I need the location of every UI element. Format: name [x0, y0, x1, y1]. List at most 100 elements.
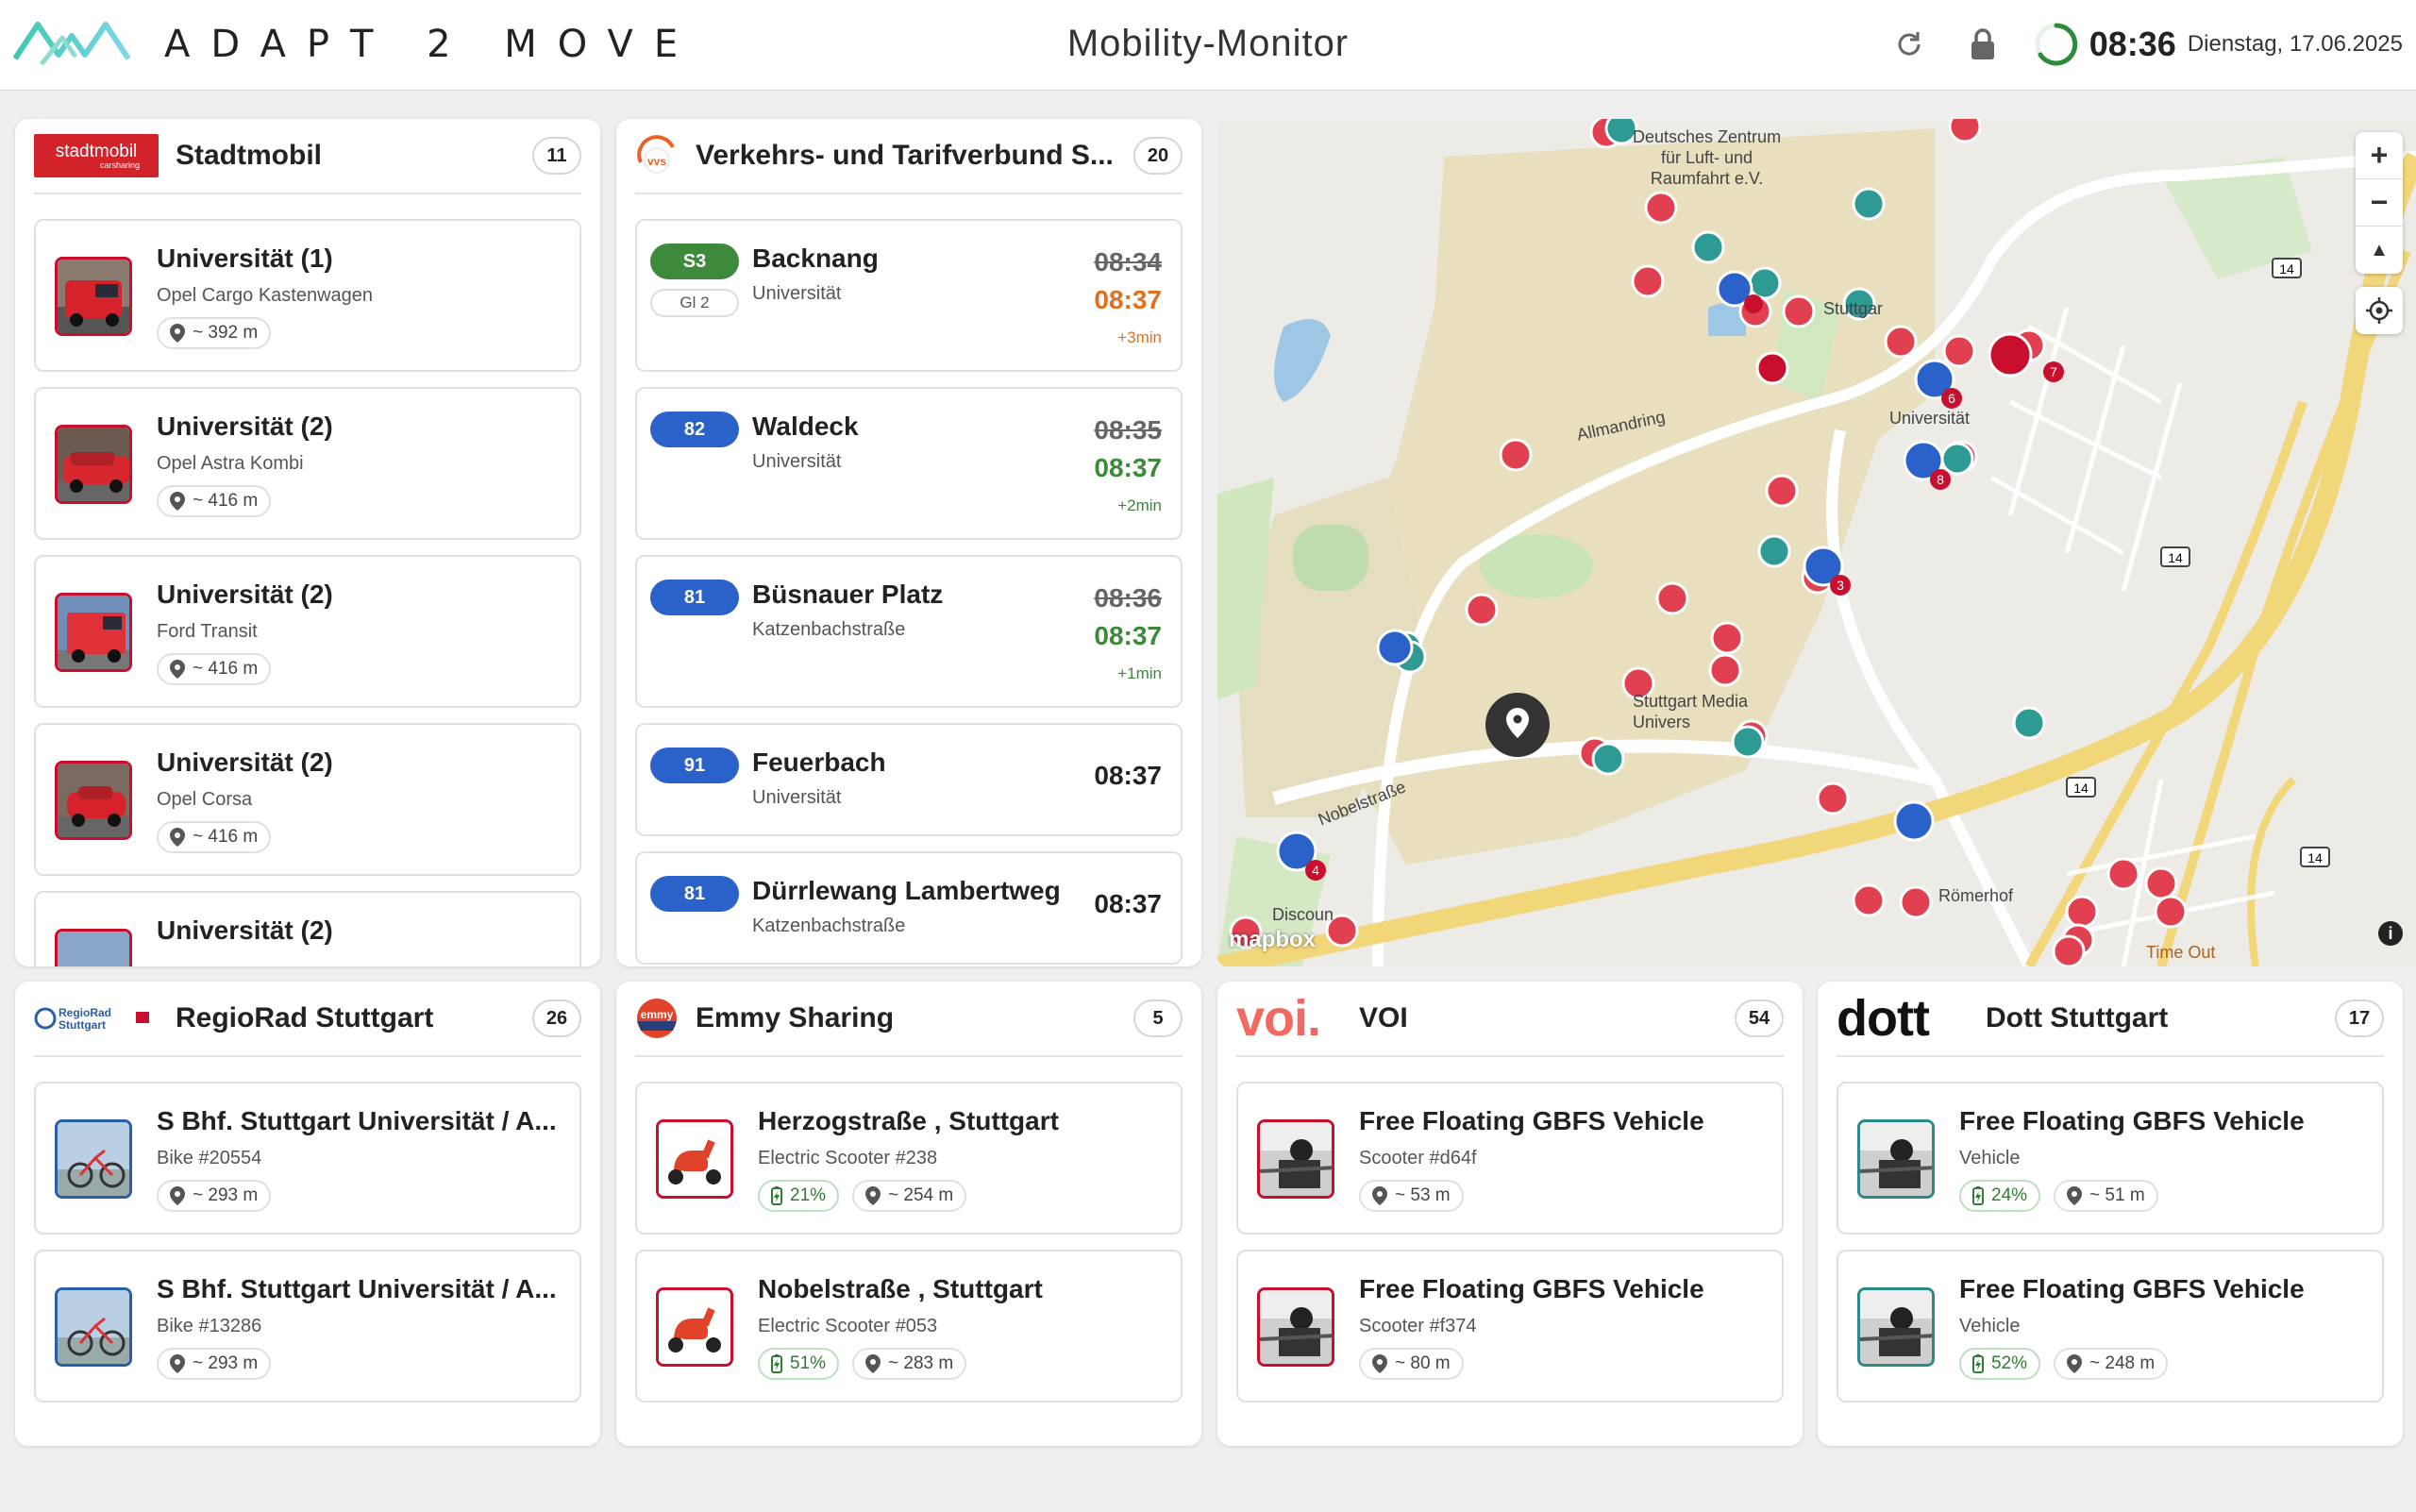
- distance-text: ~ 51 m: [2089, 1185, 2145, 1205]
- vvs-logo-icon: vvs: [637, 135, 675, 174]
- mapbox-attribution[interactable]: mapbox: [1229, 927, 1316, 953]
- motorbike-marker[interactable]: [1755, 351, 1789, 385]
- scooter-marker[interactable]: [1691, 230, 1725, 264]
- refresh-icon[interactable]: [1886, 21, 1933, 68]
- departure-stop: Katzenbachstraße: [752, 619, 906, 640]
- scooter-marker[interactable]: [1708, 653, 1742, 687]
- distance-text: ~ 254 m: [888, 1185, 954, 1205]
- scooter-marker[interactable]: [1852, 187, 1886, 221]
- count-badge: 11: [532, 137, 581, 175]
- planned-time: 08:34: [1094, 247, 1162, 277]
- scooter-marker[interactable]: [1765, 474, 1799, 508]
- card-title: Dott Stuttgart: [1986, 1002, 2169, 1033]
- scooter-marker[interactable]: [2144, 866, 2178, 900]
- scooter-marker[interactable]: [2065, 895, 2099, 929]
- info-icon[interactable]: i: [2378, 921, 2403, 946]
- bus-stop-marker[interactable]: 4: [1276, 831, 1326, 881]
- bus-stop-marker[interactable]: [1893, 800, 1935, 842]
- scooter-marker[interactable]: [2012, 706, 2046, 740]
- scooter-marker[interactable]: [2052, 934, 2086, 966]
- departure-destination: Feuerbach: [752, 748, 886, 777]
- emmy-brand-text: emmy: [641, 1008, 674, 1021]
- lock-icon[interactable]: [1959, 21, 2006, 68]
- zoom-in-button[interactable]: +: [2356, 132, 2403, 179]
- realtime: 08:37: [1094, 285, 1162, 314]
- scooter-marker[interactable]: [1499, 438, 1533, 472]
- departure-item[interactable]: 81 Büsnauer Platz Katzenbachstraße 08:36…: [635, 555, 1183, 708]
- distance-text: ~ 293 m: [193, 1185, 259, 1205]
- scooter-marker[interactable]: [1710, 621, 1744, 655]
- scooter-marker[interactable]: [1782, 294, 1816, 328]
- location-pin-icon: [170, 828, 185, 847]
- distance-chip: ~ 283 m: [852, 1348, 967, 1380]
- list-item[interactable]: Universität (1) Opel Cargo Kastenwagen ~…: [34, 219, 581, 372]
- item-subtitle: Ford Transit: [157, 621, 258, 642]
- departure-item[interactable]: S3 Gl 2 Backnang Universität 08:34 08:37…: [635, 219, 1183, 372]
- item-title: Herzogstraße , Stuttgart: [758, 1106, 1059, 1135]
- scooter-marker[interactable]: [1748, 266, 1782, 300]
- bike-station-marker[interactable]: 6: [1914, 359, 1962, 409]
- scooter-marker[interactable]: [1940, 442, 1974, 476]
- bike-thumbnail: [55, 1287, 132, 1367]
- departure-list[interactable]: S3 Gl 2 Backnang Universität 08:34 08:37…: [635, 219, 1183, 966]
- departure-item[interactable]: 81 Dürrlewang Lambertweg Katzenbachstraß…: [635, 851, 1183, 965]
- list-item[interactable]: Herzogstraße , Stuttgart Electric Scoote…: [635, 1082, 1183, 1235]
- current-location-marker: [1485, 693, 1550, 757]
- scooter-marker[interactable]: [1591, 742, 1625, 776]
- scooter-marker[interactable]: [1644, 191, 1678, 225]
- battery-icon: [1972, 1354, 1984, 1373]
- scooter-marker[interactable]: [1884, 325, 1918, 359]
- scooter-marker[interactable]: [1948, 119, 1982, 143]
- scooter-marker[interactable]: [1899, 885, 1933, 919]
- scooter-list[interactable]: Herzogstraße , Stuttgart Electric Scoote…: [635, 1082, 1183, 1446]
- scooter-marker[interactable]: [1757, 534, 1791, 568]
- list-item[interactable]: Universität (2) Ford Transit ~ 416 m: [34, 555, 581, 708]
- count-badge: 54: [1735, 1000, 1784, 1037]
- distance-chip: ~ 392 m: [157, 317, 272, 349]
- bike-list[interactable]: S Bhf. Stuttgart Universität / A... Bike…: [34, 1082, 581, 1446]
- list-item[interactable]: Nobelstraße , Stuttgart Electric Scooter…: [635, 1250, 1183, 1403]
- battery-chip: 21%: [758, 1180, 840, 1212]
- departure-item[interactable]: 91 Feuerbach Universität 08:37: [635, 723, 1183, 836]
- list-item[interactable]: Free Floating GBFS Vehicle Scooter #f374…: [1236, 1250, 1784, 1403]
- distance-text: ~ 53 m: [1395, 1185, 1451, 1205]
- voi-logo: voi.: [1236, 990, 1342, 1047]
- location-pin-icon: [170, 324, 185, 343]
- location-pin-icon: [170, 1186, 185, 1205]
- distance-text: ~ 80 m: [1395, 1353, 1451, 1373]
- scooter-marker[interactable]: [1631, 264, 1665, 298]
- list-item[interactable]: Free Floating GBFS Vehicle Vehicle 24% ~…: [1837, 1082, 2384, 1235]
- scooter-marker[interactable]: [1852, 883, 1886, 917]
- list-item[interactable]: Universität (2) Opel Corsa ~ 416 m: [34, 723, 581, 876]
- scooter-marker[interactable]: [1655, 581, 1689, 615]
- car-marker[interactable]: 7: [1988, 332, 2064, 382]
- compass-button[interactable]: ▲: [2356, 227, 2403, 274]
- scooter-list[interactable]: Free Floating GBFS Vehicle Vehicle 24% ~…: [1837, 1082, 2384, 1446]
- list-item[interactable]: Free Floating GBFS Vehicle Scooter #d64f…: [1236, 1082, 1784, 1235]
- list-item[interactable]: S Bhf. Stuttgart Universität / A... Bike…: [34, 1250, 581, 1403]
- list-item[interactable]: S Bhf. Stuttgart Universität / A... Bike…: [34, 1082, 581, 1235]
- scooter-marker[interactable]: [1942, 334, 1976, 368]
- location-pin-icon: [2067, 1354, 2083, 1373]
- zoom-controls: + − ▲: [2356, 132, 2403, 274]
- item-subtitle: Scooter #f374: [1359, 1316, 1477, 1336]
- item-title: Nobelstraße , Stuttgart: [758, 1274, 1043, 1303]
- list-item[interactable]: Free Floating GBFS Vehicle Vehicle 52% ~…: [1837, 1250, 2384, 1403]
- scooter-marker[interactable]: [2154, 895, 2188, 929]
- scooter-list[interactable]: Free Floating GBFS Vehicle Scooter #d64f…: [1236, 1082, 1784, 1446]
- departure-destination: Dürrlewang Lambertweg: [752, 876, 1061, 905]
- map-markers[interactable]: 6 8 3 4 7 14 14 14 14: [1217, 119, 2416, 966]
- scooter-marker[interactable]: [1816, 781, 1850, 815]
- scooter-marker[interactable]: [2106, 857, 2140, 891]
- zoom-out-button[interactable]: −: [2356, 179, 2403, 227]
- list-item[interactable]: Universität (2): [34, 891, 581, 966]
- scooter-marker[interactable]: [1465, 593, 1499, 627]
- distance-chip: ~ 416 m: [157, 821, 272, 853]
- locate-button[interactable]: [2356, 287, 2403, 334]
- voi-brand-text: voi.: [1236, 990, 1321, 1047]
- vehicle-list[interactable]: Universität (1) Opel Cargo Kastenwagen ~…: [34, 219, 581, 966]
- list-item[interactable]: Universität (2) Opel Astra Kombi ~ 416 m: [34, 387, 581, 540]
- bike-station-marker[interactable]: [1376, 629, 1414, 666]
- departure-item[interactable]: 82 Waldeck Universität 08:35 08:37 +2min: [635, 387, 1183, 540]
- map-view[interactable]: 6 8 3 4 7 14 14 14 14 Deutsches Zentrum …: [1217, 119, 2416, 966]
